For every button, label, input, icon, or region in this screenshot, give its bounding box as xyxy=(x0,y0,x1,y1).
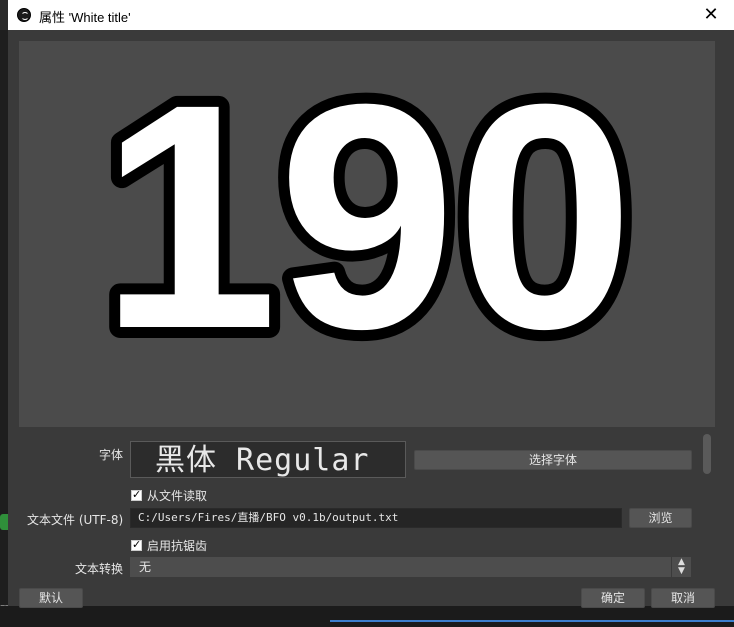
checkbox-checked-icon[interactable] xyxy=(131,488,142,501)
read-from-file-label: 从文件读取 xyxy=(147,489,208,503)
antialiasing-checkbox[interactable]: 启用抗锯齿 xyxy=(131,537,207,554)
background-app-icon xyxy=(0,514,8,530)
ok-button[interactable]: 确定 xyxy=(581,588,645,608)
text-transform-select[interactable]: 无 ▲ ▼ xyxy=(130,557,691,577)
select-font-button[interactable]: 选择字体 xyxy=(414,450,692,470)
read-from-file-checkbox[interactable]: 从文件读取 xyxy=(131,487,207,504)
font-preview-box: 黑体 Regular xyxy=(130,441,406,478)
browse-button[interactable]: 浏览 xyxy=(629,508,692,528)
background-accent-line xyxy=(330,620,734,622)
chevron-updown-icon[interactable]: ▲ ▼ xyxy=(671,557,691,577)
obs-logo-icon xyxy=(17,8,31,22)
title-bar: 属性 'White title' ✕ xyxy=(8,0,734,30)
antialiasing-label: 启用抗锯齿 xyxy=(147,539,208,553)
properties-scrollbar[interactable] xyxy=(703,432,713,577)
text-file-path-field[interactable]: C:/Users/Fires/直播/BFO v0.1b/output.txt xyxy=(130,508,622,528)
text-file-label: 文本文件 (UTF-8) xyxy=(27,513,124,527)
cancel-button[interactable]: 取消 xyxy=(651,588,715,608)
text-transform-label: 文本转换 xyxy=(75,562,124,576)
preview-text: 190 xyxy=(100,41,634,395)
checkbox-checked-icon[interactable] xyxy=(131,538,142,551)
font-label: 字体 xyxy=(99,448,124,462)
window-title: 属性 'White title' xyxy=(39,10,131,25)
scrollbar-thumb[interactable] xyxy=(703,434,711,474)
defaults-button[interactable]: 默认 xyxy=(19,588,83,608)
preview-canvas: 190 190 xyxy=(89,41,645,406)
text-transform-value: 无 xyxy=(139,560,152,574)
background-desktop-strip: 码 xyxy=(0,30,12,627)
close-icon[interactable]: ✕ xyxy=(688,0,734,30)
properties-dialog: 属性 'White title' ✕ 190 190 字体 黑体 Regular… xyxy=(8,0,734,608)
background-taskbar-strip xyxy=(0,606,734,627)
text-source-preview: 190 190 xyxy=(19,41,715,427)
